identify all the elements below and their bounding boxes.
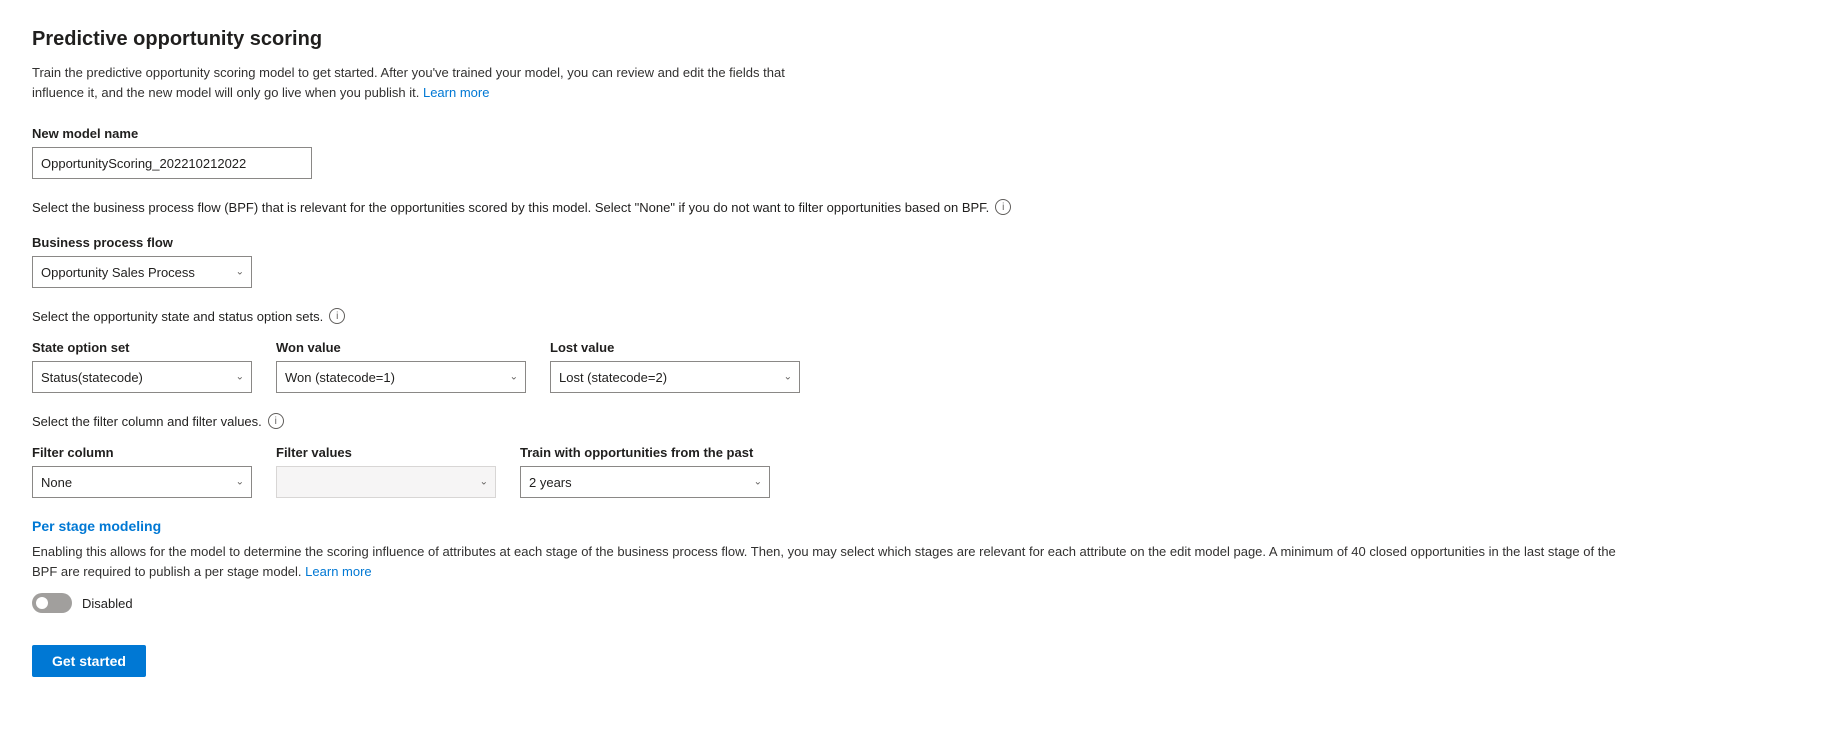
filter-col-field: Filter column None ⌄: [32, 445, 252, 498]
lost-value-dropdown[interactable]: Lost (statecode=2): [550, 361, 800, 393]
per-stage-section: Per stage modeling Enabling this allows …: [32, 518, 1768, 613]
page-title: Predictive opportunity scoring: [32, 28, 1768, 51]
won-value-dropdown[interactable]: Won (statecode=1): [276, 361, 526, 393]
bpf-dropdown[interactable]: Opportunity Sales Process: [32, 256, 252, 288]
learn-more-link[interactable]: Learn more: [423, 85, 489, 100]
train-with-field: Train with opportunities from the past 1…: [520, 445, 770, 498]
filter-values-label: Filter values: [276, 445, 496, 460]
state-option-set-dropdown[interactable]: Status(statecode): [32, 361, 252, 393]
per-stage-title: Per stage modeling: [32, 518, 1768, 534]
state-select-wrapper: Status(statecode) ⌄: [32, 361, 252, 393]
per-stage-learn-more-link[interactable]: Learn more: [305, 564, 371, 579]
description-text: Train the predictive opportunity scoring…: [32, 65, 785, 100]
bpf-info-icon[interactable]: i: [995, 199, 1011, 215]
toggle-thumb: [36, 597, 48, 609]
toggle-track: [32, 593, 72, 613]
won-value-col: Won value Won (statecode=1) ⌄: [276, 340, 526, 393]
train-with-label: Train with opportunities from the past: [520, 445, 770, 460]
per-stage-toggle[interactable]: [32, 593, 72, 613]
filter-col-select-wrapper: None ⌄: [32, 466, 252, 498]
filter-val-field: Filter values ⌄: [276, 445, 496, 498]
won-select-wrapper: Won (statecode=1) ⌄: [276, 361, 526, 393]
filter-section: Select the filter column and filter valu…: [32, 413, 1768, 498]
filter-val-select-wrapper: ⌄: [276, 466, 496, 498]
bpf-description: Select the business process flow (BPF) t…: [32, 199, 1768, 215]
lost-value-col: Lost value Lost (statecode=2) ⌄: [550, 340, 800, 393]
model-name-group: New model name: [32, 126, 1768, 179]
filter-section-label: Select the filter column and filter valu…: [32, 413, 1768, 429]
opportunity-state-label: Select the opportunity state and status …: [32, 308, 1768, 324]
opportunity-state-section: Select the opportunity state and status …: [32, 308, 1768, 393]
model-name-label: New model name: [32, 126, 1768, 141]
filter-values-dropdown[interactable]: [276, 466, 496, 498]
bpf-label: Business process flow: [32, 235, 1768, 250]
state-fields-row: State option set Status(statecode) ⌄ Won…: [32, 340, 1768, 393]
state-option-set-col: State option set Status(statecode) ⌄: [32, 340, 252, 393]
lost-select-wrapper: Lost (statecode=2) ⌄: [550, 361, 800, 393]
filter-column-dropdown[interactable]: None: [32, 466, 252, 498]
bpf-description-group: Select the business process flow (BPF) t…: [32, 199, 1768, 215]
bpf-select-wrapper: Opportunity Sales Process ⌄: [32, 256, 252, 288]
bpf-field-group: Business process flow Opportunity Sales …: [32, 235, 1768, 288]
state-option-set-label: State option set: [32, 340, 252, 355]
won-value-label: Won value: [276, 340, 526, 355]
page-description: Train the predictive opportunity scoring…: [32, 63, 792, 102]
get-started-button[interactable]: Get started: [32, 645, 146, 677]
train-with-dropdown[interactable]: 1 year 2 years 3 years 4 years 5 years: [520, 466, 770, 498]
model-name-input[interactable]: [32, 147, 312, 179]
train-select-wrapper: 1 year 2 years 3 years 4 years 5 years ⌄: [520, 466, 770, 498]
lost-value-label: Lost value: [550, 340, 800, 355]
page-container: Predictive opportunity scoring Train the…: [0, 0, 1800, 705]
toggle-container: Disabled: [32, 593, 1768, 613]
opportunity-state-info-icon[interactable]: i: [329, 308, 345, 324]
toggle-label: Disabled: [82, 596, 133, 611]
filter-column-label: Filter column: [32, 445, 252, 460]
filter-info-icon[interactable]: i: [268, 413, 284, 429]
filter-fields-row: Filter column None ⌄ Filter values ⌄: [32, 445, 1768, 498]
per-stage-description: Enabling this allows for the model to de…: [32, 542, 1632, 581]
